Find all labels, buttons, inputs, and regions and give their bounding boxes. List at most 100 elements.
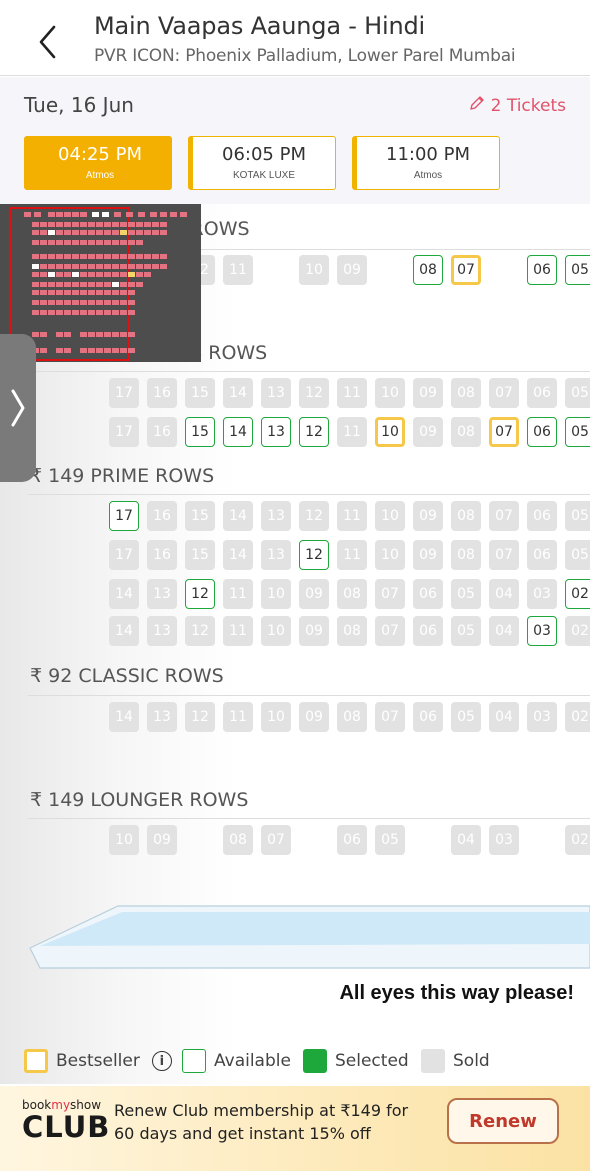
minimap-seat-dot	[104, 240, 111, 245]
minimap-seat-dot	[104, 282, 111, 287]
sold-seat: 11	[337, 540, 367, 570]
minimap-seat-dot	[40, 254, 47, 259]
minimap-seat-dot	[96, 264, 103, 269]
chevron-right-icon[interactable]	[0, 334, 36, 482]
seat-map[interactable]: ₹ 299 RECLINER ROWS ₹ 149 PRIME PLUS ROW…	[0, 204, 590, 1084]
sold-seat: 07	[489, 501, 519, 531]
sold-seat: 08	[337, 579, 367, 609]
sold-seat: 10	[299, 255, 329, 285]
minimap-seat-dot	[72, 240, 79, 245]
minimap-seat-dot	[80, 264, 87, 269]
available-seat[interactable]: 12	[299, 540, 329, 570]
minimap-seat-dot	[104, 300, 111, 305]
minimap-seat-dot	[136, 272, 143, 277]
minimap-seat-dot	[56, 310, 63, 315]
minimap-seat-dot	[48, 272, 55, 277]
bestseller-seat[interactable]: 07	[489, 417, 519, 447]
available-seat[interactable]: 08	[413, 255, 443, 285]
minimap-seat-dot	[64, 222, 71, 227]
available-seat[interactable]: 05	[565, 417, 590, 447]
minimap-seat-dot	[104, 310, 111, 315]
minimap-seat-dot	[112, 310, 119, 315]
available-seat[interactable]: 06	[527, 417, 557, 447]
bestseller-seat[interactable]: 10	[375, 417, 405, 447]
minimap-seat-dot	[56, 254, 63, 259]
minimap-seat-dot	[128, 254, 135, 259]
sold-seat: 06	[527, 378, 557, 408]
available-seat[interactable]: 03	[527, 616, 557, 646]
minimap-seat-dot	[80, 212, 87, 217]
minimap-seat-dot	[80, 254, 87, 259]
minimap-seat-dot	[48, 240, 55, 245]
sold-seat: 07	[261, 825, 291, 855]
minimap-seat-dot	[56, 264, 63, 269]
minimap-seat-dot	[96, 222, 103, 227]
minimap-seat-dot	[120, 230, 127, 235]
minimap-seat-dot	[160, 254, 167, 259]
minimap-seat-dot	[112, 264, 119, 269]
minimap-seat-dot	[48, 300, 55, 305]
legend-label: Sold	[453, 1051, 490, 1071]
pencil-icon	[469, 95, 485, 116]
sold-seat: 12	[299, 378, 329, 408]
available-seat[interactable]: 17	[109, 501, 139, 531]
available-seat[interactable]: 02	[565, 579, 590, 609]
minimap-seat-dot	[32, 240, 39, 245]
available-seat[interactable]: 05	[565, 255, 590, 285]
bestseller-seat[interactable]: 07	[451, 255, 481, 285]
minimap-seat-dot	[112, 282, 119, 287]
available-seat[interactable]: 15	[185, 417, 215, 447]
minimap-seat-dot	[80, 300, 87, 305]
minimap-seat-dot	[64, 300, 71, 305]
minimap-seat-dot	[96, 254, 103, 259]
sold-seat: 09	[299, 616, 329, 646]
minimap-seat-dot	[138, 212, 145, 217]
minimap-seat-dot	[72, 230, 79, 235]
available-seat[interactable]: 13	[261, 417, 291, 447]
sold-seat: 05	[375, 825, 405, 855]
minimap-seat-dot	[96, 332, 103, 337]
minimap-seat-dot	[152, 222, 159, 227]
minimap-seat-dot	[64, 264, 71, 269]
minimap-seat-dot	[80, 348, 87, 353]
legend-available: Available	[182, 1049, 291, 1073]
minimap-seat-dot	[72, 300, 79, 305]
show-date: Tue, 16 Jun	[24, 93, 134, 117]
sold-seat: 14	[109, 616, 139, 646]
minimap-seat-dot	[144, 222, 151, 227]
showtime-option[interactable]: 04:25 PM Atmos	[24, 136, 172, 190]
minimap-seat-dot	[112, 300, 119, 305]
sold-seat: 06	[527, 540, 557, 570]
minimap-seat-dot	[120, 300, 127, 305]
minimap-seat-dot	[64, 240, 71, 245]
sold-seat: 08	[451, 378, 481, 408]
minimap-seat-dot	[32, 230, 39, 235]
info-icon[interactable]: i	[151, 1051, 172, 1071]
available-seat[interactable]: 14	[223, 417, 253, 447]
ticket-count-label: 2 Tickets	[490, 95, 566, 116]
available-seat[interactable]: 06	[527, 255, 557, 285]
sold-seat: 10	[109, 825, 139, 855]
minimap-seat-dot	[96, 310, 103, 315]
available-seat[interactable]: 12	[299, 417, 329, 447]
back-arrow-icon[interactable]	[34, 24, 64, 60]
minimap-seat-dot	[72, 310, 79, 315]
sold-seat: 02	[565, 825, 590, 855]
showtime-option[interactable]: 11:00 PM Atmos	[352, 136, 500, 190]
minimap-seat-dot	[126, 212, 133, 217]
minimap-seat-dot	[80, 230, 87, 235]
sold-seat: 12	[299, 501, 329, 531]
renew-button[interactable]: Renew	[447, 1098, 559, 1144]
sold-seat: 05	[565, 501, 590, 531]
minimap-seat-dot	[48, 290, 55, 295]
available-seat[interactable]: 12	[185, 579, 215, 609]
sold-seat: 14	[223, 501, 253, 531]
sold-seat: 06	[413, 579, 443, 609]
minimap-seat-dot	[112, 272, 119, 277]
minimap-seat-dot	[88, 264, 95, 269]
showtime-option[interactable]: 06:05 PM KOTAK LUXE	[188, 136, 336, 190]
minimap-seat-dot	[120, 272, 127, 277]
minimap-seat-dot	[48, 264, 55, 269]
ticket-count-button[interactable]: 2 Tickets	[469, 95, 566, 116]
minimap-seat-dot	[120, 240, 127, 245]
